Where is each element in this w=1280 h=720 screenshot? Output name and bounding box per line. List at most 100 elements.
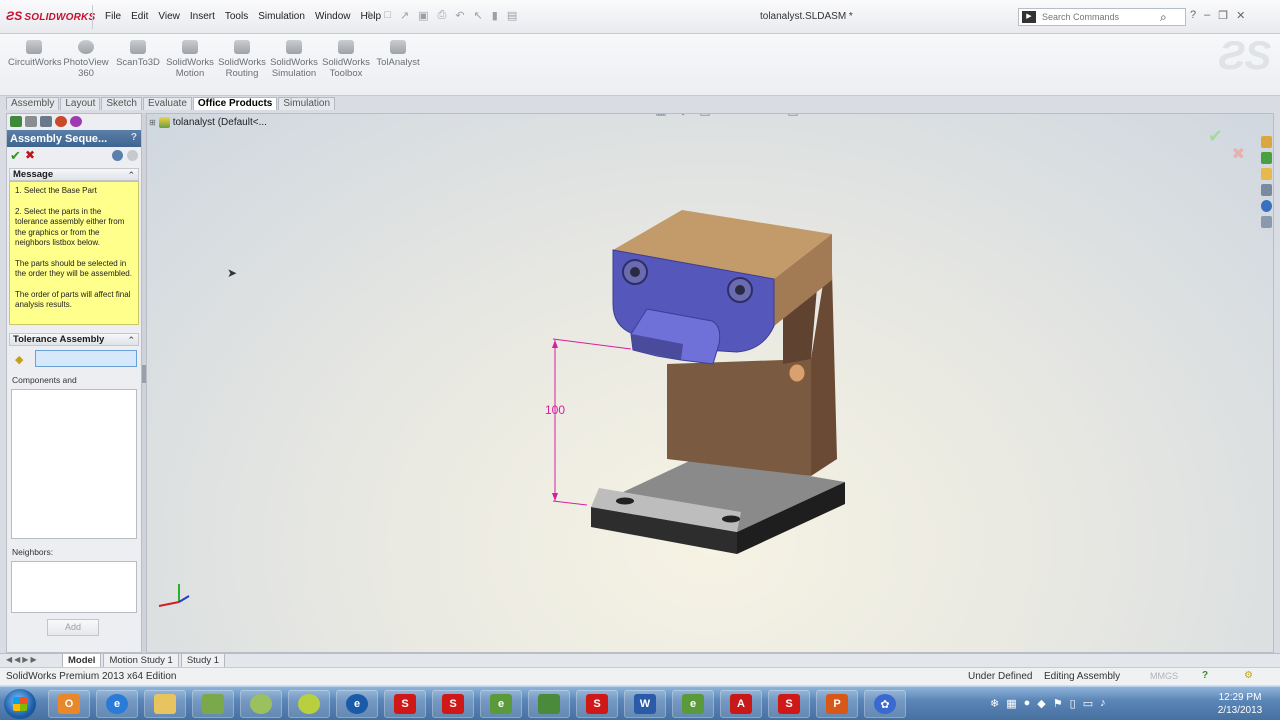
taskbar-file-explorer[interactable] xyxy=(144,690,186,718)
dimension-value[interactable]: 100 xyxy=(545,403,565,417)
search-icon[interactable]: ⌕ xyxy=(1160,10,1167,25)
taskbar-word[interactable]: W xyxy=(624,690,666,718)
tolanalyst-button[interactable]: TolAnalyst xyxy=(372,38,424,79)
base-part-selection-box[interactable] xyxy=(35,350,137,367)
neighbors-listbox[interactable] xyxy=(11,561,137,613)
tab-model[interactable]: Model xyxy=(62,654,102,668)
undo-icon[interactable]: ↶ xyxy=(455,9,464,22)
taskbar-outlook[interactable]: O xyxy=(48,690,90,718)
print-icon[interactable]: ⎙ xyxy=(438,9,447,22)
collapse-icon[interactable]: ⌃ xyxy=(127,334,135,346)
help-status-icon[interactable]: ? xyxy=(1202,670,1208,681)
tolerance-assembly-group-header[interactable]: Tolerance Assembly ⌃ xyxy=(9,333,139,346)
apply-scene-icon[interactable]: ☗ xyxy=(763,114,779,117)
feature-tree-root[interactable]: ⊞ tolanalyst (Default<... xyxy=(149,117,267,128)
ok-check-icon[interactable]: ✔ xyxy=(10,148,21,164)
taskbar-app-4[interactable] xyxy=(192,690,234,718)
next-icon[interactable] xyxy=(112,150,123,161)
edit-appearance-icon[interactable]: ● xyxy=(741,114,757,117)
menu-simulation[interactable]: Simulation xyxy=(253,11,310,22)
taskbar-app-18[interactable]: ✿ xyxy=(864,690,906,718)
tab-study[interactable]: Study 1 xyxy=(180,654,226,668)
previous-view-icon[interactable]: ↶ xyxy=(631,114,647,117)
pin-icon[interactable]: ✎ xyxy=(366,9,375,22)
tray-flag-icon[interactable]: ⚑ xyxy=(1053,697,1063,710)
section-view-icon[interactable]: ▦ xyxy=(653,114,669,117)
view-orientation-icon[interactable]: ◈ xyxy=(675,114,691,117)
start-button[interactable] xyxy=(4,689,36,719)
select-icon[interactable]: ↖ xyxy=(474,9,483,22)
search-commands[interactable]: ▶ ⌕ xyxy=(1018,8,1186,26)
tab-assembly[interactable]: Assembly xyxy=(6,97,60,110)
solidworks-logo[interactable]: ƧS SOLIDWORKS xyxy=(6,9,95,23)
taskbar-solidworks-3[interactable]: S xyxy=(576,690,618,718)
menu-insert[interactable]: Insert xyxy=(185,11,220,22)
tray-volume-icon[interactable]: ♪ xyxy=(1100,697,1106,710)
open-icon[interactable]: ↗ xyxy=(400,9,409,22)
taskbar-app-11[interactable] xyxy=(528,690,570,718)
taskbar-app-5[interactable] xyxy=(240,690,282,718)
previous-icon[interactable] xyxy=(127,150,138,161)
taskbar-powerpoint[interactable]: P xyxy=(816,690,858,718)
tab-motion-study[interactable]: Motion Study 1 xyxy=(103,654,179,668)
clock[interactable]: 12:29 PM 2/13/2013 xyxy=(1212,691,1268,717)
tray-monitor-icon[interactable]: ▭ xyxy=(1083,697,1093,710)
menu-tools[interactable]: Tools xyxy=(220,11,253,22)
new-document-icon[interactable]: □ xyxy=(384,9,391,22)
photoview-button[interactable]: PhotoView 360 xyxy=(60,38,112,79)
assembly-model[interactable]: 100 xyxy=(147,114,1274,653)
help-icon[interactable]: ? xyxy=(1190,9,1196,22)
toolbox-button[interactable]: SolidWorks Toolbox xyxy=(320,38,372,79)
collapse-icon[interactable]: ⌃ xyxy=(127,169,135,181)
taskbar-app-6[interactable] xyxy=(288,690,330,718)
confirmation-corner-cancel-icon[interactable]: ✖ xyxy=(1232,144,1245,164)
tab-office-products[interactable]: Office Products xyxy=(192,97,278,110)
motion-button[interactable]: SolidWorks Motion xyxy=(164,38,216,79)
menu-edit[interactable]: Edit xyxy=(126,11,153,22)
save-icon[interactable]: ▣ xyxy=(418,9,428,22)
display-style-icon[interactable]: ▣ xyxy=(697,114,713,117)
tab-layout[interactable]: Layout xyxy=(60,97,101,110)
hide-show-items-icon[interactable]: ◌ xyxy=(719,114,735,117)
expand-icon[interactable]: ⊞ xyxy=(149,118,156,127)
view-palette-icon[interactable] xyxy=(1260,184,1272,196)
view-settings-icon[interactable]: ▤ xyxy=(785,114,801,117)
graphics-viewport[interactable]: 100 ⊞ tolanalyst (Default<... ⊕ ⊙ ↶ ▦ ◈ … xyxy=(146,113,1274,653)
confirmation-corner-ok-icon[interactable]: ✔ xyxy=(1208,126,1223,147)
taskbar-solidworks-1[interactable]: S xyxy=(384,690,426,718)
custom-properties-icon[interactable] xyxy=(1260,216,1272,228)
zoom-to-fit-icon[interactable]: ⊕ xyxy=(587,114,603,117)
file-explorer-icon[interactable] xyxy=(1260,168,1272,180)
taskbar-app-7[interactable]: e xyxy=(336,690,378,718)
taskbar-internet-explorer[interactable]: e xyxy=(96,690,138,718)
resources-icon[interactable] xyxy=(1260,136,1272,148)
tray-device-icon[interactable]: ▯ xyxy=(1070,697,1076,710)
restore-icon[interactable]: ❐ xyxy=(1218,9,1228,22)
zoom-to-area-icon[interactable]: ⊙ xyxy=(609,114,625,117)
menu-window[interactable]: Window xyxy=(310,11,356,22)
display-manager-icon[interactable] xyxy=(70,116,82,127)
appearances-icon[interactable] xyxy=(1260,200,1272,212)
tray-app-icon[interactable]: ◆ xyxy=(1037,697,1045,710)
menu-file[interactable]: File xyxy=(100,11,126,22)
minimize-icon[interactable]: – xyxy=(1204,9,1210,22)
feature-tree-icon[interactable] xyxy=(10,116,22,127)
property-manager-icon[interactable] xyxy=(25,116,37,127)
tab-simulation[interactable]: Simulation xyxy=(278,97,336,110)
add-button[interactable]: Add xyxy=(47,619,99,636)
tray-network-icon[interactable]: ▦ xyxy=(1006,697,1016,710)
message-group-header[interactable]: Message ⌃ xyxy=(9,168,139,181)
configuration-manager-icon[interactable] xyxy=(40,116,52,127)
options-icon[interactable]: ▤ xyxy=(507,9,517,22)
routing-button[interactable]: SolidWorks Routing xyxy=(216,38,268,79)
rebuild-icon[interactable]: ▮ xyxy=(492,9,498,22)
simulation-button[interactable]: SolidWorks Simulation xyxy=(268,38,320,79)
design-library-icon[interactable] xyxy=(1260,152,1272,164)
taskbar-solidworks-2[interactable]: S xyxy=(432,690,474,718)
units-indicator[interactable]: MMGS xyxy=(1150,671,1178,681)
tray-app-icon[interactable]: ● xyxy=(1024,697,1031,710)
circuitworks-button[interactable]: CircuitWorks xyxy=(8,38,62,79)
scanto3d-button[interactable]: ScanTo3D xyxy=(112,38,164,79)
tab-sketch[interactable]: Sketch xyxy=(101,97,142,110)
taskbar-acrobat[interactable]: A xyxy=(720,690,762,718)
